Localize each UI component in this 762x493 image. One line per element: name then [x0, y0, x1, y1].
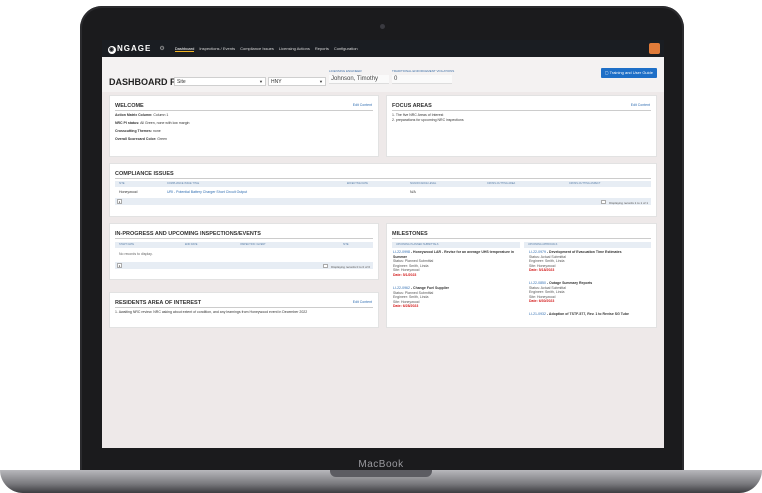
focus-edit-link[interactable]: Edit Content [631, 103, 650, 107]
nav-item-dashboard[interactable]: Dashboard [174, 46, 195, 52]
divider [115, 110, 373, 111]
table-header: Site Compliance Issue Title Effective Da… [115, 181, 651, 187]
residents-edit-link[interactable]: Edit Content [353, 300, 372, 304]
column-header[interactable]: Effective Date [347, 182, 368, 185]
site-select[interactable]: Site ▼ [174, 77, 266, 86]
milestone-item[interactable]: LI-22-0979 - Development of Evacuation T… [529, 250, 653, 273]
divider [115, 238, 373, 239]
welcome-line: Overall Scorecard Color: Green [115, 137, 167, 141]
chevron-down-icon: ▼ [319, 79, 323, 84]
page-button[interactable]: 1 [117, 263, 122, 268]
table-header: Upcoming Planned Submittals [392, 242, 520, 248]
compliance-issues-panel: COMPLIANCE ISSUES Site Compliance Issue … [109, 163, 657, 217]
violations-value: 0 [392, 75, 452, 84]
inspections-panel: IN-PROGRESS AND UPCOMING INSPECTIONS/EVE… [109, 223, 379, 280]
column-header[interactable]: Cross-Cutting Aspect [569, 182, 600, 185]
column-header[interactable]: Significance Level [410, 182, 436, 185]
table-header: Upcoming Approvals [524, 242, 651, 248]
unit-select[interactable]: HNY ▼ [268, 77, 326, 86]
residents-panel: RESIDENTS AREA OF INTEREST Edit Content … [109, 292, 379, 328]
focus-item: 1. The five NRC Areas of Interest [392, 113, 444, 117]
nav-item-reports[interactable]: Reports [315, 46, 329, 51]
milestone-item[interactable]: LI-22-0998 - Honeywood LAR - Revise for … [393, 250, 519, 278]
nav-item-compliance[interactable]: Compliance Issues [240, 46, 274, 51]
divider [115, 178, 651, 179]
divider [392, 238, 651, 239]
table-cell: Honeywood [119, 190, 138, 194]
welcome-line: Crosscutting Themes: none [115, 129, 161, 133]
app-logo[interactable]: ◉ NGAGE [108, 44, 151, 54]
nav-item-licensing[interactable]: Licensing Actions [279, 46, 310, 51]
column-header[interactable]: Site [343, 243, 349, 246]
welcome-line: Action Matrix Column: Column 1 [115, 113, 169, 117]
compliance-title: COMPLIANCE ISSUES [115, 171, 174, 177]
pager-info: Displaying records 0 to 0 of 0 [323, 264, 370, 269]
table-cell: N/A [410, 190, 416, 194]
gear-icon[interactable]: ⚙ [159, 45, 164, 52]
welcome-panel: WELCOME Edit Content Action Matrix Colum… [109, 95, 379, 157]
pager: 1 Displaying records 1 to 1 of 1 [115, 198, 651, 205]
camera-icon [380, 24, 385, 29]
column-header[interactable]: Compliance Issue Title [167, 182, 199, 185]
app-screen: ◉ NGAGE ⚙ Dashboard Inspections / Events … [102, 40, 664, 448]
divider [392, 110, 651, 111]
empty-message: No records to display. [119, 252, 153, 256]
nav-item-inspections[interactable]: Inspections / Events [199, 46, 235, 51]
milestone-item[interactable]: LI-21-0932 - Adoption of TSTF-577, Rev. … [529, 312, 653, 317]
milestone-item[interactable]: LI-22-0850 - Outage Summary Reports Stat… [529, 281, 653, 304]
licensing-engineer-label: LICENSING ENGINEER [329, 69, 362, 73]
residents-item: 1. Awaiting NRC review. NRC asking about… [115, 310, 308, 314]
laptop-brand: MacBook [358, 459, 404, 470]
user-avatar-icon[interactable] [649, 43, 660, 54]
pager: 1 Displaying records 0 to 0 of 0 [115, 262, 373, 269]
welcome-edit-link[interactable]: Edit Content [353, 103, 372, 107]
welcome-line: NRC PI status: All Green, none with low … [115, 121, 190, 125]
training-guide-button[interactable]: ▢ Training and User Guide [600, 68, 657, 78]
column-header[interactable]: Start Date [119, 243, 134, 246]
nav-item-configuration[interactable]: Configuration [334, 46, 358, 51]
table-header: Start Date End Date Inspection / Event S… [115, 242, 373, 248]
laptop-frame: MacBook ◉ NGAGE ⚙ Dashboard Inspections /… [0, 0, 762, 493]
column-header[interactable]: Site [119, 182, 125, 185]
focus-item: 2. preparations for upcoming NRC inspect… [392, 118, 464, 122]
compliance-issue-link[interactable]: URI - Potential Battery Charger Short Ci… [167, 190, 247, 194]
column-header[interactable]: End Date [185, 243, 197, 246]
chevron-down-icon: ▼ [259, 79, 263, 84]
refresh-icon[interactable] [601, 200, 607, 204]
column-header: Upcoming Planned Submittals [396, 243, 439, 246]
milestones-title: MILESTONES [392, 231, 428, 237]
divider [115, 307, 373, 308]
column-header[interactable]: Cross-Cutting Area [487, 182, 515, 185]
refresh-icon[interactable] [323, 264, 329, 268]
milestone-item[interactable]: LI-22-0962 - Change Fuel Supplier Status… [393, 286, 519, 309]
welcome-title: WELCOME [115, 103, 144, 109]
inspections-title: IN-PROGRESS AND UPCOMING INSPECTIONS/EVE… [115, 231, 261, 237]
top-nav: ◉ NGAGE ⚙ Dashboard Inspections / Events … [102, 40, 664, 57]
violations-label: TRADITIONAL ENFORCEMENT VIOLATIONS [392, 69, 455, 73]
pager-info: Displaying records 1 to 1 of 1 [601, 200, 648, 205]
page-button[interactable]: 1 [117, 199, 122, 204]
focus-title: FOCUS AREAS [392, 103, 432, 109]
residents-title: RESIDENTS AREA OF INTEREST [115, 300, 202, 306]
column-header[interactable]: Inspection / Event [240, 243, 266, 246]
licensing-engineer-value: Johnson, Timothy [329, 75, 389, 84]
column-header: Upcoming Approvals [528, 243, 558, 246]
milestones-panel: MILESTONES Upcoming Planned Submittals U… [386, 223, 657, 328]
focus-areas-panel: FOCUS AREAS Edit Content 1. The five NRC… [386, 95, 657, 157]
laptop-notch [330, 470, 432, 477]
